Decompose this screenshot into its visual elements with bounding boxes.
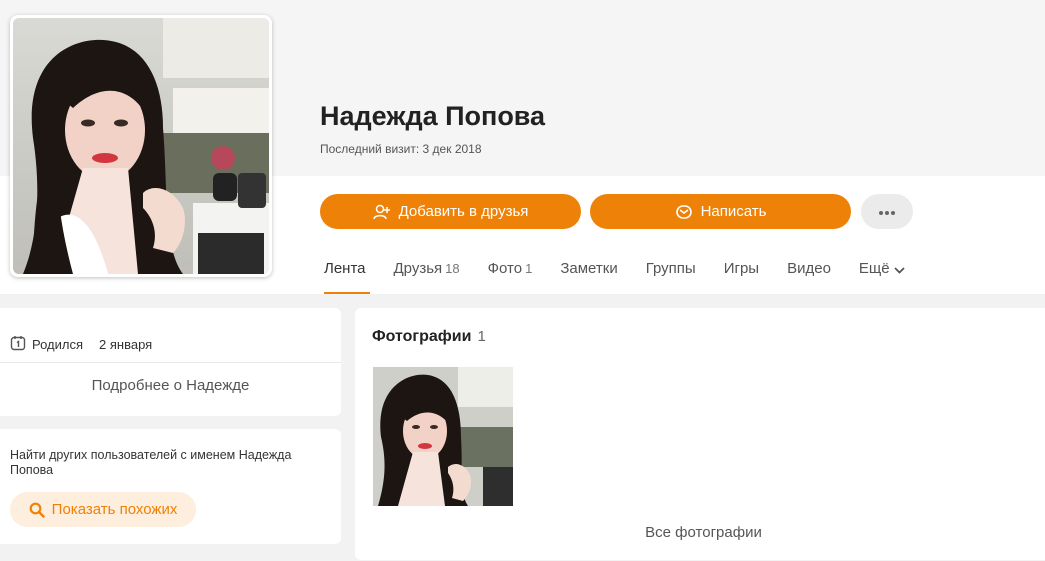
tab-label: Лента <box>324 260 366 277</box>
tab-count: 1 <box>525 261 533 276</box>
divider <box>0 362 341 363</box>
find-similar-panel: Найти других пользователей с именем Наде… <box>0 429 341 544</box>
birthday-value: 2 января <box>99 337 153 352</box>
add-friend-button[interactable]: Добавить в друзья <box>320 194 581 229</box>
tab-friends[interactable]: Друзья 18 <box>390 252 464 294</box>
tab-label: Видео <box>787 260 831 277</box>
tab-label: Ещё <box>858 260 890 277</box>
show-similar-button[interactable]: Показать похожих <box>10 492 196 527</box>
photos-panel: Фотографии 1 Все фотографии <box>355 308 1045 560</box>
profile-avatar[interactable] <box>10 15 272 277</box>
avatar-photo <box>13 18 269 274</box>
photos-count: 1 <box>477 328 486 345</box>
chevron-down-icon <box>893 261 905 278</box>
photo-thumbnail[interactable] <box>373 367 513 506</box>
photos-title: Фотографии 1 <box>372 328 486 346</box>
last-visit: Последний визит: 3 дек 2018 <box>320 142 482 156</box>
add-user-icon <box>372 203 391 221</box>
calendar-icon <box>10 335 26 354</box>
tab-label: Игры <box>723 260 760 277</box>
more-actions-button[interactable] <box>861 194 913 229</box>
show-similar-label: Показать похожих <box>51 501 178 518</box>
birthday-label: Родился <box>32 337 84 352</box>
tab-label: Друзья <box>393 260 443 277</box>
tab-notes[interactable]: Заметки <box>556 252 621 294</box>
last-visit-label: Последний визит: <box>320 142 420 156</box>
tab-photos[interactable]: Фото 1 <box>484 252 537 294</box>
all-photos-link[interactable]: Все фотографии <box>355 524 1045 541</box>
photos-title-text: Фотографии <box>372 328 472 345</box>
find-similar-text: Найти других пользователей с именем Наде… <box>10 448 292 477</box>
profile-tabs: Лента Друзья 18 Фото 1 Заметки Группы Игры… <box>320 252 929 294</box>
tab-feed[interactable]: Лента <box>320 252 370 294</box>
tab-label: Заметки <box>560 260 618 277</box>
write-message-label: Написать <box>700 203 767 220</box>
tab-more[interactable]: Ещё <box>855 252 909 294</box>
tab-games[interactable]: Игры <box>720 252 763 294</box>
envelope-icon <box>675 203 693 221</box>
more-about-link[interactable]: Подробнее о Надежде <box>0 377 341 394</box>
last-visit-value: 3 дек 2018 <box>422 142 482 156</box>
tab-video[interactable]: Видео <box>783 252 835 294</box>
thumbnail-image <box>373 367 513 506</box>
tab-groups[interactable]: Группы <box>642 252 700 294</box>
write-message-button[interactable]: Написать <box>590 194 851 229</box>
profile-name: Надежда Попова <box>320 101 546 131</box>
about-panel: Родился 2 января Подробнее о Надежде <box>0 308 341 416</box>
search-icon <box>29 502 45 518</box>
tab-count: 18 <box>445 261 460 276</box>
tab-label: Группы <box>645 260 696 277</box>
birthday-row: Родился 2 января <box>10 335 152 354</box>
add-friend-label: Добавить в друзья <box>398 203 529 220</box>
more-dots-icon <box>877 203 897 220</box>
tab-label: Фото <box>487 260 523 277</box>
